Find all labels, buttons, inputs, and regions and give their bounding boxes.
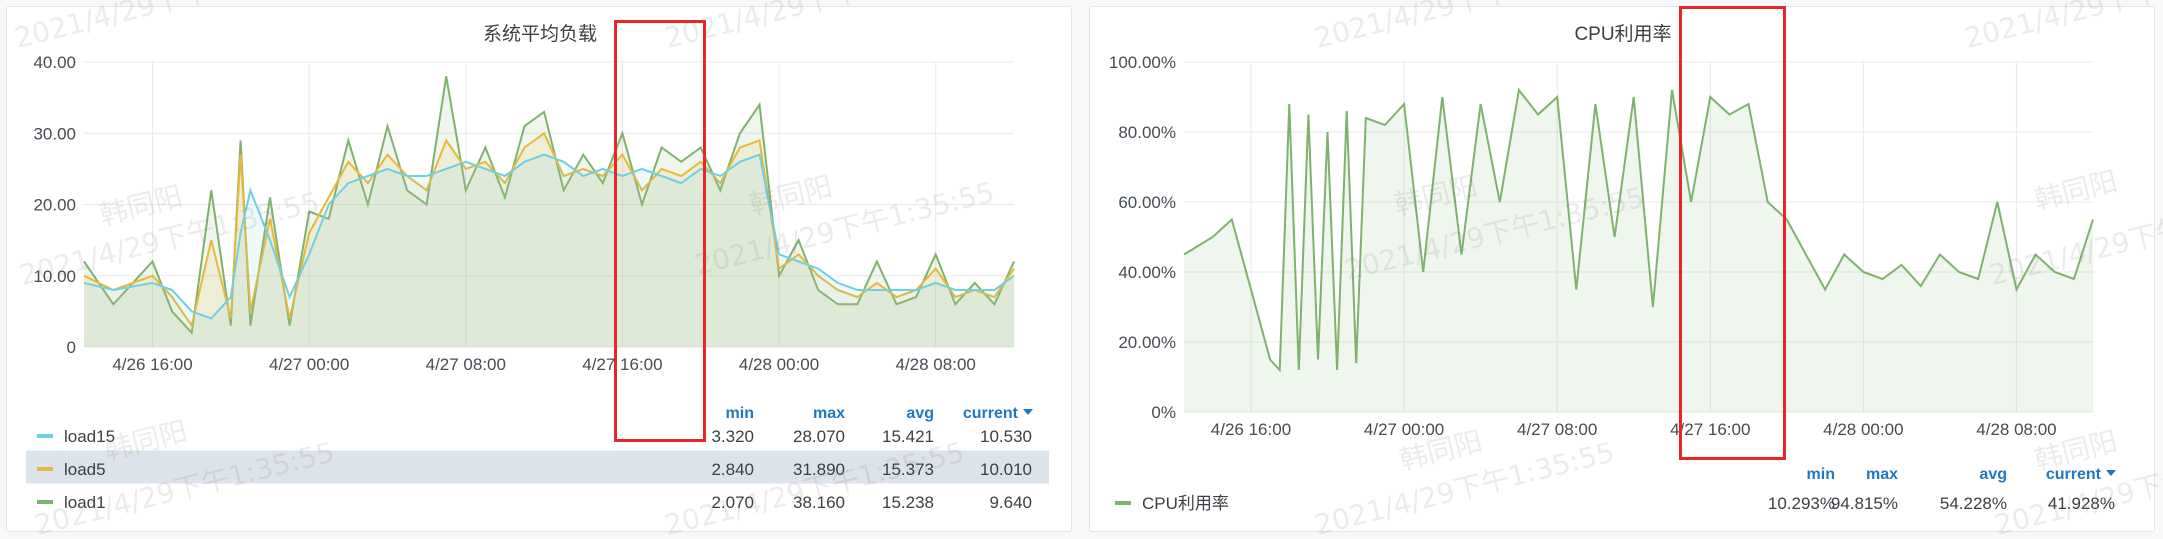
legend-header-current[interactable]: current bbox=[963, 405, 1019, 422]
legend-header-current[interactable]: current bbox=[2046, 466, 2102, 483]
x-tick-label: 4/27 08:00 bbox=[1517, 420, 1597, 439]
legend-row-load5[interactable]: load5 2.840 31.890 15.373 10.010 bbox=[26, 450, 1049, 484]
legend-series-name[interactable]: CPU利用率 bbox=[1142, 494, 1229, 513]
legend-row-load1[interactable]: load1 2.070 38.160 15.238 9.640 bbox=[37, 493, 1032, 512]
caret-down-icon[interactable] bbox=[2106, 470, 2116, 476]
y-tick-label: 30.00 bbox=[33, 124, 76, 143]
y-tick-label: 20.00% bbox=[1118, 333, 1176, 352]
cpu-utilization-panel: CPU利用率 0% 20.00% 40.00% 60.00% 80.00% 100.00% 4… bbox=[1089, 6, 2155, 532]
legend-header-min[interactable]: min bbox=[1807, 466, 1835, 483]
y-tick-label: 20.00 bbox=[33, 196, 76, 215]
load-average-chart: 系统平均负载 0 10.00 20.00 30.00 40.00 4/26 16:00 4/2… bbox=[26, 23, 1049, 512]
x-tick-label: 4/28 00:00 bbox=[739, 355, 819, 374]
y-tick-label: 0 bbox=[67, 338, 76, 357]
legend-value-min: 2.070 bbox=[711, 493, 754, 512]
x-tick-label: 4/27 08:00 bbox=[426, 355, 506, 374]
legend-value-max: 28.070 bbox=[793, 427, 845, 446]
legend-series-name[interactable]: load15 bbox=[64, 427, 115, 446]
legend-header-max[interactable]: max bbox=[813, 405, 845, 422]
legend-value-avg: 15.238 bbox=[882, 493, 934, 512]
legend-value-avg: 15.373 bbox=[882, 460, 934, 479]
y-tick-label: 10.00 bbox=[33, 267, 76, 286]
legend-row-cpu[interactable]: CPU利用率 10.293%94.815% 54.228% 41.928% bbox=[1115, 494, 2115, 513]
x-tick-label: 4/27 16:00 bbox=[1670, 420, 1750, 439]
legend-swatch-load15 bbox=[37, 434, 53, 438]
y-tick-label: 80.00% bbox=[1118, 123, 1176, 142]
series-area-cpu bbox=[1184, 90, 2093, 412]
x-tick-label: 4/27 16:00 bbox=[582, 355, 662, 374]
x-tick-label: 4/26 16:00 bbox=[112, 355, 192, 374]
legend-value-avg: 15.421 bbox=[882, 427, 934, 446]
legend-header-avg[interactable]: avg bbox=[906, 405, 934, 422]
x-tick-label: 4/26 16:00 bbox=[1211, 420, 1291, 439]
legend-swatch-load1 bbox=[37, 500, 53, 504]
y-tick-label: 40.00% bbox=[1118, 263, 1176, 282]
x-tick-label: 4/27 00:00 bbox=[269, 355, 349, 374]
legend-value-max: 38.160 bbox=[793, 493, 845, 512]
legend-value-current: 10.530 bbox=[980, 427, 1032, 446]
series-area-load15 bbox=[84, 154, 1014, 347]
x-tick-label: 4/27 00:00 bbox=[1364, 420, 1444, 439]
dashboard-root: 系统平均负载 0 10.00 20.00 30.00 40.00 4/26 16:00 4/2… bbox=[0, 0, 2163, 539]
cpu-utilization-chart: CPU利用率 0% 20.00% 40.00% 60.00% 80.00% 100.00% 4… bbox=[1109, 23, 2116, 513]
legend-value-min: 3.320 bbox=[711, 427, 754, 446]
y-tick-label: 60.00% bbox=[1118, 193, 1176, 212]
x-tick-label: 4/28 00:00 bbox=[1823, 420, 1903, 439]
legend-value-current: 9.640 bbox=[989, 493, 1032, 512]
legend-value-min: 10.293% bbox=[1768, 494, 1835, 513]
legend-header-avg[interactable]: avg bbox=[1979, 466, 2007, 483]
y-tick-label: 100.00% bbox=[1109, 53, 1176, 72]
x-tick-label: 4/28 08:00 bbox=[896, 355, 976, 374]
caret-down-icon[interactable] bbox=[1023, 409, 1033, 415]
legend-value-current: 10.010 bbox=[980, 460, 1032, 479]
legend-value-current: 41.928% bbox=[2048, 494, 2115, 513]
legend-series-name[interactable]: load5 bbox=[64, 460, 106, 479]
legend-swatch-load5 bbox=[37, 467, 53, 471]
x-tick-label: 4/28 08:00 bbox=[1976, 420, 2056, 439]
y-tick-label: 0% bbox=[1151, 403, 1176, 422]
legend-row-load15[interactable]: load15 3.320 28.070 15.421 10.530 bbox=[37, 427, 1032, 446]
panel-title: 系统平均负载 bbox=[483, 23, 597, 45]
load-average-panel: 系统平均负载 0 10.00 20.00 30.00 40.00 4/26 16:00 4/2… bbox=[6, 6, 1072, 532]
legend-value-min: 2.840 bbox=[711, 460, 754, 479]
legend-value-max: 31.890 bbox=[793, 460, 845, 479]
y-tick-label: 40.00 bbox=[33, 53, 76, 72]
legend-header-min[interactable]: min bbox=[726, 405, 754, 422]
legend-value-max: 94.815% bbox=[1831, 494, 1898, 513]
legend-series-name[interactable]: load1 bbox=[64, 493, 106, 512]
panel-title: CPU利用率 bbox=[1574, 23, 1671, 45]
legend-value-avg: 54.228% bbox=[1940, 494, 2007, 513]
legend-swatch-cpu bbox=[1115, 501, 1131, 505]
legend-header-max[interactable]: max bbox=[1866, 466, 1898, 483]
